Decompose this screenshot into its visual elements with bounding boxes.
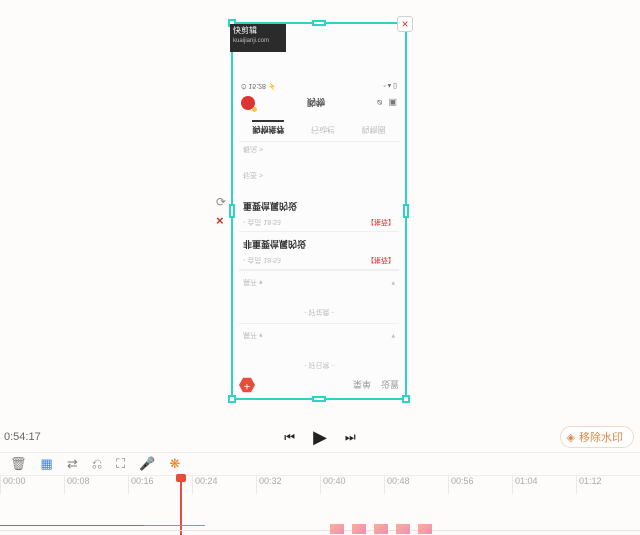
ruler-tick: 00:24 — [192, 476, 256, 494]
swap-tool-icon[interactable]: ⇄ — [67, 456, 78, 472]
ruler-tick: 00:48 — [384, 476, 448, 494]
section-b-label: - 好花费 - — [239, 305, 399, 323]
playback-time: 0:54:17 — [4, 431, 41, 443]
phone-tab-2: 购物圈 — [362, 120, 386, 135]
watermark-overlay[interactable]: 快剪辑 kuaijianji.com — [230, 24, 286, 52]
refresh-icon[interactable]: ⟳ — [216, 195, 226, 209]
selected-clip-frame[interactable]: × 菜单 设置 - 好日常 - 展开 ▾▾ - 好花费 - 展开 ▾▾ ◦ 会员… — [231, 22, 407, 400]
ruler-tick: 00:32 — [256, 476, 320, 494]
phone-tab-1: 行动栏 — [311, 120, 335, 135]
card2-meta-left: ◦ 会员 18:53 — [243, 217, 281, 227]
status-title: 购物 — [307, 97, 325, 110]
canvas-stage[interactable]: × 菜单 设置 - 好日常 - 展开 ▾▾ - 好花费 - 展开 ▾▾ ◦ 会员… — [0, 0, 640, 412]
remove-watermark-button[interactable]: ◈ 移除水印 — [560, 426, 634, 448]
timeline-toolbar: 🗑 ▦ ⇄ ⎌ ⛶ 🎤 ❋ — [0, 452, 640, 476]
ruler-tick: 00:56 — [448, 476, 512, 494]
card1-meta-left: ◦ 会员 18:53 — [243, 255, 281, 265]
card1-title: 非重要信属的设 — [243, 238, 395, 251]
crop-tool-icon[interactable]: ⛶ — [116, 456, 125, 472]
sys-status-icons: ◦ ▴ ▯ — [383, 81, 397, 90]
card2-meta-right: 【推荐】 — [367, 217, 395, 227]
app-badge-icon — [241, 96, 255, 110]
ruler-tick: 00:08 — [64, 476, 128, 494]
voice-tool-icon[interactable]: ❋ — [169, 456, 180, 472]
delete-icon[interactable]: × — [216, 213, 224, 228]
ruler-tick: 01:04 — [512, 476, 576, 494]
scan-icon: ⌀ — [377, 98, 382, 109]
step-forward-button[interactable]: ⏭ — [345, 430, 356, 445]
divider-line — [0, 530, 640, 531]
audio-track[interactable] — [0, 522, 640, 530]
phone-tab-0: 购物推荐 — [252, 120, 284, 135]
playback-bar: 0:54:17 ⏮ ▶ ⏭ ◈ 移除水印 — [0, 424, 640, 450]
card1-meta-right: 【推荐】 — [367, 255, 395, 265]
mini1: 标签 > — [243, 170, 263, 180]
play-button[interactable]: ▶ — [313, 427, 327, 448]
watermark-line1: 快剪辑 — [233, 26, 283, 36]
sys-time: ⏱ 15:28 ⚡ — [241, 81, 277, 90]
expand-b: 展开 ▾ — [243, 277, 262, 287]
ruler-tick: 00:00 — [0, 476, 64, 494]
section-a-label: - 好日常 - — [239, 358, 399, 376]
grid-tool-icon[interactable]: ▦ — [41, 456, 53, 472]
card2-title: 重要信属的设 — [243, 200, 395, 213]
diamond-icon: ◈ — [567, 431, 575, 444]
split-tool-icon[interactable]: ⎌ — [92, 456, 102, 472]
ruler-tick: 00:40 — [320, 476, 384, 494]
mini2: 概况 > — [243, 144, 263, 154]
top-icon-2: 设置 — [381, 379, 399, 392]
clip-thumbnails[interactable] — [330, 524, 432, 534]
timeline-tracks[interactable] — [0, 494, 640, 535]
pill-label: 移除水印 — [579, 429, 623, 445]
top-icon-1: 菜单 — [353, 379, 371, 392]
expand-a: 展开 ▾ — [243, 330, 262, 340]
qr-icon: ▣ — [388, 98, 397, 109]
ruler-tick: 01:12 — [576, 476, 640, 494]
watermark-line2: kuaijianji.com — [233, 36, 283, 46]
hex-add-icon — [239, 377, 255, 393]
timeline-ruler[interactable]: 00:00 00:08 00:16 00:24 00:32 00:40 00:4… — [0, 476, 640, 494]
step-back-button[interactable]: ⏮ — [284, 430, 295, 445]
phone-mock-content: 菜单 设置 - 好日常 - 展开 ▾▾ - 好花费 - 展开 ▾▾ ◦ 会员 1… — [233, 24, 405, 398]
delete-tool-icon[interactable]: 🗑 — [10, 456, 27, 472]
mic-tool-icon[interactable]: 🎤 — [139, 456, 155, 472]
